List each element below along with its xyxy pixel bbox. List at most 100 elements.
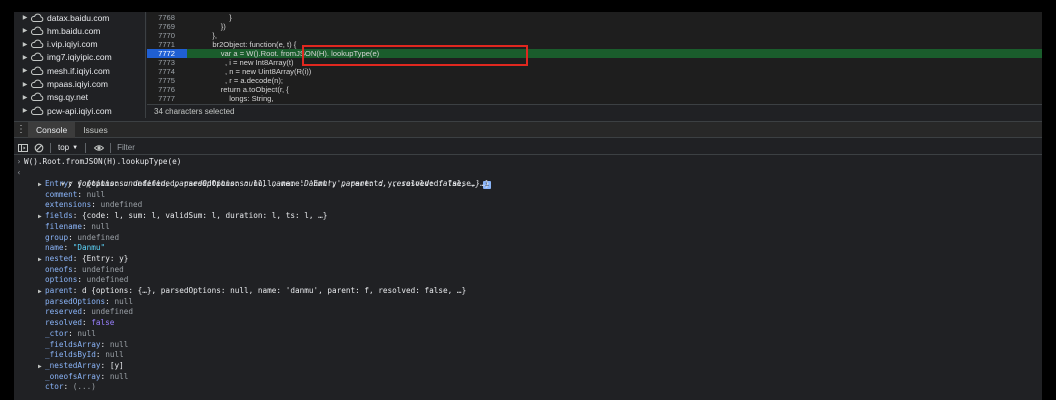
- property-key: _nestedArray: [45, 360, 101, 370]
- line-number[interactable]: 7775: [147, 76, 187, 85]
- line-number[interactable]: 7768: [147, 13, 187, 22]
- cloud-icon: [30, 39, 44, 49]
- code-line[interactable]: 7771 br2Object: function(e, t) {: [147, 40, 1042, 49]
- code-line[interactable]: 7774 , n = new Uint8Array(R(i)): [147, 67, 1042, 76]
- line-number[interactable]: 7776: [147, 85, 187, 94]
- navigator-item[interactable]: ▶ pcw-api.iqiyi.com: [14, 104, 145, 117]
- kebab-menu-icon[interactable]: ⋮: [14, 124, 28, 135]
- context-selector[interactable]: top ▼: [55, 143, 81, 152]
- code-line[interactable]: 7775 , r = a.decode(n);: [147, 76, 1042, 85]
- navigator-item-label: hm.baidu.com: [47, 25, 101, 36]
- expand-triangle-icon[interactable]: ▶: [20, 94, 30, 101]
- property-key: parent: [45, 286, 73, 295]
- property-value: undefined: [100, 200, 143, 210]
- prompt-chevron-icon: ›: [16, 157, 22, 166]
- navigator-item[interactable]: ▶ img7.iqiyipic.com: [14, 51, 145, 64]
- property-key: _fieldsArray: [45, 339, 101, 349]
- navigator-item[interactable]: ▶ datax.baidu.com: [14, 12, 145, 24]
- object-property-row: filename: null: [45, 221, 110, 231]
- console-toolbar: top ▼: [14, 141, 1042, 155]
- live-expression-eye-icon[interactable]: [92, 142, 106, 154]
- code-line[interactable]: 7769 }): [147, 22, 1042, 31]
- sources-panel: ▶ datax.baidu.com ▶ hm.baidu.com ▶ i.vip.iqiy…: [14, 12, 1042, 118]
- line-number[interactable]: 7772: [147, 49, 187, 58]
- line-number[interactable]: 7769: [147, 22, 187, 31]
- sidebar-toggle-icon[interactable]: [16, 142, 30, 154]
- property-value: null: [109, 339, 129, 349]
- object-property-row[interactable]: ▶ Entry: y {options: undefined, parsedOpt…: [14, 179, 1042, 190]
- object-property-row[interactable]: ▶ fields: {code: l, sum: l, validSum: l, …: [14, 211, 1042, 222]
- object-property-row: parsedOptions: null: [45, 296, 133, 306]
- code-line[interactable]: 7776 return a.toObject(r, {: [147, 85, 1042, 94]
- object-property-row[interactable]: ▶ nested: {Entry: y}: [14, 254, 1042, 265]
- cloud-icon: [30, 66, 44, 76]
- console-result-line[interactable]: ‹ ▼ y {options: undefined, parsedOptions:…: [14, 168, 1042, 189]
- expand-triangle-icon[interactable]: ▶: [20, 107, 30, 114]
- filter-input[interactable]: [117, 141, 418, 154]
- property-key: options: [45, 275, 78, 285]
- navigator-item-label: img7.iqiyipic.com: [47, 52, 112, 63]
- cloud-icon: [30, 106, 44, 116]
- property-value: false: [91, 318, 115, 328]
- console-input-line: › W().Root.fromJSON(H).lookupType(e): [14, 157, 1042, 168]
- tab-console[interactable]: Console: [28, 121, 76, 138]
- drawer-tab-bar: ⋮ Console Issues: [14, 121, 1042, 138]
- tab-issues[interactable]: Issues: [75, 122, 116, 138]
- code-line[interactable]: 7773 , i = new Int8Array(t): [147, 58, 1042, 67]
- expand-triangle-icon[interactable]: ▶: [20, 41, 30, 48]
- code-text: return a.toObject(r, {: [187, 85, 289, 94]
- property-value: null: [91, 221, 110, 231]
- line-number[interactable]: 7774: [147, 67, 187, 76]
- expand-triangle-icon[interactable]: ▶: [20, 14, 30, 21]
- result-arrow-icon: ‹: [16, 168, 22, 177]
- property-key: parsedOptions: [45, 296, 106, 306]
- code-text: , n = new Uint8Array(R(i)): [187, 67, 312, 76]
- navigator-item[interactable]: ▶ mesh.if.iqiyi.com: [14, 64, 145, 77]
- line-number[interactable]: 7771: [147, 40, 187, 49]
- navigator-item-label: msg.qy.net: [47, 92, 88, 103]
- navigator-item-label: datax.baidu.com: [47, 12, 110, 23]
- property-value: null: [77, 328, 96, 338]
- object-property-row[interactable]: ▶ parent: d {options: {…}, parsedOptions:…: [14, 286, 1042, 297]
- property-key: fields: [45, 211, 73, 221]
- line-number[interactable]: 7770: [147, 31, 187, 40]
- property-value: undefined: [86, 275, 129, 285]
- object-property-row: _oneofsArray: null: [45, 371, 129, 381]
- object-property-row: _ctor: null: [45, 328, 96, 338]
- code-line-active[interactable]: 7772 var a = W().Root. fromJSON(H). look…: [147, 49, 1042, 58]
- property-key: Entry: [45, 179, 69, 188]
- code-line[interactable]: 7768 }: [147, 13, 1042, 22]
- file-navigator: ▶ datax.baidu.com ▶ hm.baidu.com ▶ i.vip.iqiy…: [14, 12, 146, 118]
- expand-triangle-icon[interactable]: ▶: [20, 67, 30, 74]
- context-value: top: [58, 143, 70, 152]
- property-value: null: [105, 350, 124, 360]
- navigator-item[interactable]: ▶ hm.baidu.com: [14, 24, 145, 37]
- line-number[interactable]: 7777: [147, 94, 187, 103]
- property-value: "Danmu": [72, 243, 106, 253]
- expand-triangle-icon[interactable]: ▶: [20, 81, 30, 88]
- navigator-item[interactable]: ▶ msg.qy.net: [14, 91, 145, 104]
- property-value: null: [114, 296, 133, 306]
- code-text: },: [187, 31, 217, 40]
- property-key: _oneofsArray: [45, 371, 101, 381]
- object-property-row: options: undefined: [45, 275, 129, 285]
- code-editor[interactable]: 7768 } 7769 }) 7770 }, 7771 br2Object: func…: [147, 12, 1042, 118]
- property-key: comment: [45, 189, 78, 199]
- property-value: (...): [72, 382, 96, 392]
- navigator-item-label: mpaas.iqiyi.com: [47, 79, 108, 89]
- object-property-row[interactable]: ▶ _nestedArray: [y]: [14, 361, 1042, 372]
- navigator-item[interactable]: ▶ mpaas.iqiyi.com: [14, 78, 145, 91]
- navigator-item[interactable]: ▶ i.vip.iqiyi.com: [14, 38, 145, 51]
- object-property-row: group: undefined: [45, 232, 120, 242]
- code-line[interactable]: 7777 longs: String,: [147, 94, 1042, 103]
- clear-console-icon[interactable]: [32, 142, 46, 154]
- expand-triangle-icon[interactable]: ▶: [20, 54, 30, 61]
- expand-triangle-icon[interactable]: ▶: [20, 27, 30, 34]
- console-output[interactable]: › W().Root.fromJSON(H).lookupType(e) ‹ ▼…: [14, 156, 1042, 400]
- code-line[interactable]: 7770 },: [147, 31, 1042, 40]
- line-number[interactable]: 7773: [147, 58, 187, 67]
- property-value: d {options: {…}, parsedOptions: null, na…: [82, 286, 467, 295]
- cloud-icon: [30, 26, 44, 36]
- object-property-row: oneofs: undefined: [45, 264, 124, 274]
- property-key: extensions: [45, 200, 92, 210]
